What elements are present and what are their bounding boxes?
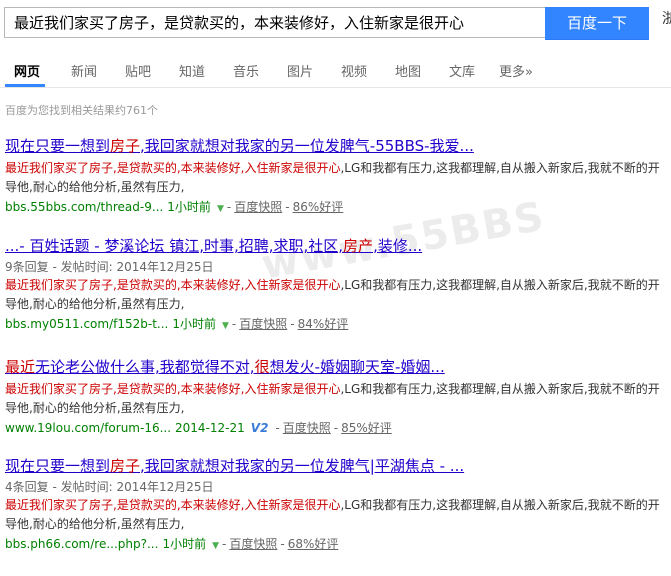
active-tab-indicator — [5, 84, 45, 87]
rating-link[interactable]: 84%好评 — [298, 317, 349, 331]
top-right-link[interactable]: 浙 — [662, 8, 671, 28]
abstract-highlight: 最近我们家买了房子,是贷款买的,本来装修好,入住新家是很开心 — [5, 278, 341, 292]
abstract-highlight: 最近我们家买了房子,是贷款买的,本来装修好,入住新家是很开心 — [5, 382, 341, 396]
tab-web[interactable]: 网页 — [14, 61, 40, 80]
separator: - — [285, 200, 290, 214]
result-url: bbs.55bbs.com/thread-9... — [5, 200, 164, 214]
title-text: ...- 百姓话题 - 梦溪论坛 镇江,时事,招聘,求职,社区, — [5, 237, 344, 255]
result-url: bbs.my0511.com/f152b-t... — [5, 317, 169, 331]
title-highlight: 房子 — [110, 457, 141, 475]
result-title[interactable]: 现在只要一想到房子,我回家就想对我家的另一位发脾气|平湖焦点 - ... — [5, 456, 667, 476]
tab-news[interactable]: 新闻 — [71, 61, 97, 80]
tab-tieba[interactable]: 贴吧 — [125, 61, 151, 80]
snapshot-link[interactable]: 百度快照 — [234, 200, 282, 214]
tab-map[interactable]: 地图 — [395, 61, 421, 80]
tab-more[interactable]: 更多» — [499, 61, 533, 80]
result-abstract: 最近我们家买了房子,是贷款买的,本来装修好,入住新家是很开心,LG和我都有压力,… — [5, 159, 667, 197]
separator: - — [280, 537, 285, 551]
search-result: ...- 百姓话题 - 梦溪论坛 镇江,时事,招聘,求职,社区,房产,装修...… — [5, 236, 667, 336]
snapshot-link[interactable]: 百度快照 — [229, 537, 277, 551]
result-time: 1小时前 — [162, 537, 207, 551]
tab-images[interactable]: 图片 — [287, 61, 313, 80]
title-highlight: 最近 — [5, 358, 36, 376]
search-result: 现在只要一想到房子,我回家就想对我家的另一位发脾气|平湖焦点 - ... 4条回… — [5, 456, 667, 556]
separator: - — [275, 421, 280, 435]
result-url: www.19lou.com/forum-16... — [5, 421, 172, 435]
search-button[interactable]: 百度一下 — [545, 7, 649, 40]
title-highlight: 房产 — [343, 237, 374, 255]
rating-link[interactable]: 85%好评 — [341, 421, 392, 435]
result-url-line: www.19lou.com/forum-16... 2014-12-21 V2- 百度… — [5, 418, 667, 438]
result-count: 百度为您找到相关结果约761个 — [5, 104, 158, 117]
search-category-nav: 网页 新闻 贴吧 知道 音乐 图片 视频 地图 文库 更多» — [0, 55, 671, 88]
result-time: 1小时前 — [172, 317, 216, 331]
result-abstract: 最近我们家买了房子,是贷款买的,本来装修好,入住新家是很开心,LG和我都有压力,… — [5, 380, 667, 418]
result-url-line: bbs.my0511.com/f152b-t... 1小时前 ▼ - 百度快照 -84%好… — [5, 314, 667, 336]
snapshot-link[interactable]: 百度快照 — [239, 317, 287, 331]
snapshot-link[interactable]: 百度快照 — [283, 421, 331, 435]
dropdown-arrow-icon[interactable]: ▼ — [222, 321, 229, 331]
result-time: 1小时前 — [167, 200, 211, 214]
search-input[interactable]: 最近我们家买了房子，是贷款买的，本来装修好，入住新家是很开心 — [4, 7, 545, 38]
result-url: bbs.ph66.com/re...php?... — [5, 537, 159, 551]
tab-zhidao[interactable]: 知道 — [179, 61, 205, 80]
result-url-line: bbs.ph66.com/re...php?... 1小时前 ▼ - 百度快照 -68%好… — [5, 534, 667, 556]
result-title[interactable]: 现在只要一想到房子,我回家就想对我家的另一位发脾气-55BBS-我爱... — [5, 136, 667, 156]
rating-link[interactable]: 86%好评 — [293, 200, 344, 214]
result-meta: 4条回复 - 发帖时间: 2014年12月25日 — [5, 480, 214, 494]
result-title[interactable]: ...- 百姓话题 - 梦溪论坛 镇江,时事,招聘,求职,社区,房产,装修... — [5, 236, 667, 256]
separator: - — [226, 200, 232, 214]
separator: - — [231, 317, 237, 331]
tab-music[interactable]: 音乐 — [233, 61, 259, 80]
title-text: 现在只要一想到 — [5, 137, 111, 155]
title-text: ,我回家就想对我家的另一位发脾气-55BBS-我爱... — [140, 137, 474, 155]
abstract-highlight: 最近我们家买了房子,是贷款买的,本来装修好,入住新家是很开心 — [5, 161, 341, 175]
title-text: 现在只要一想到 — [5, 457, 111, 475]
tab-wenku[interactable]: 文库 — [449, 61, 475, 80]
result-abstract: 最近我们家买了房子,是贷款买的,本来装修好,入住新家是很开心,LG和我都有压力,… — [5, 496, 667, 534]
tab-video[interactable]: 视频 — [341, 61, 367, 80]
title-highlight: 房子 — [110, 137, 141, 155]
separator: - — [290, 317, 295, 331]
dropdown-arrow-icon[interactable]: ▼ — [217, 204, 224, 214]
title-text: ,我回家就想对我家的另一位发脾气|平湖焦点 - ... — [140, 457, 465, 475]
search-result: 现在只要一想到房子,我回家就想对我家的另一位发脾气-55BBS-我爱... 最近… — [5, 136, 667, 219]
separator: - — [222, 537, 227, 551]
verified-badge-icon[interactable]: V2 — [251, 418, 269, 438]
title-text: ,装修... — [373, 237, 423, 255]
result-meta: 9条回复 - 发帖时间: 2014年12月25日 — [5, 260, 214, 274]
separator: - — [333, 421, 339, 435]
title-text: 无论老公做什么事,我都觉得不对, — [35, 358, 255, 376]
rating-link[interactable]: 68%好评 — [288, 537, 339, 551]
dropdown-arrow-icon[interactable]: ▼ — [212, 541, 219, 551]
search-bar: 最近我们家买了房子，是贷款买的，本来装修好，入住新家是很开心 百度一下 — [4, 7, 671, 40]
title-text: 想发火-婚姻聊天室-婚姻... — [269, 358, 445, 376]
abstract-highlight: 最近我们家买了房子,是贷款买的,本来装修好,入住新家是很开心 — [5, 498, 341, 512]
title-highlight: 很 — [254, 358, 270, 376]
search-result: 最近无论老公做什么事,我都觉得不对,很想发火-婚姻聊天室-婚姻... 最近我们家… — [5, 357, 667, 438]
result-url-line: bbs.55bbs.com/thread-9... 1小时前 ▼ - 百度快照 -86%好… — [5, 197, 667, 219]
result-title[interactable]: 最近无论老公做什么事,我都觉得不对,很想发火-婚姻聊天室-婚姻... — [5, 357, 667, 377]
result-time: 2014-12-21 — [175, 421, 245, 435]
result-abstract: 最近我们家买了房子,是贷款买的,本来装修好,入住新家是很开心,LG和我都有压力,… — [5, 276, 667, 314]
